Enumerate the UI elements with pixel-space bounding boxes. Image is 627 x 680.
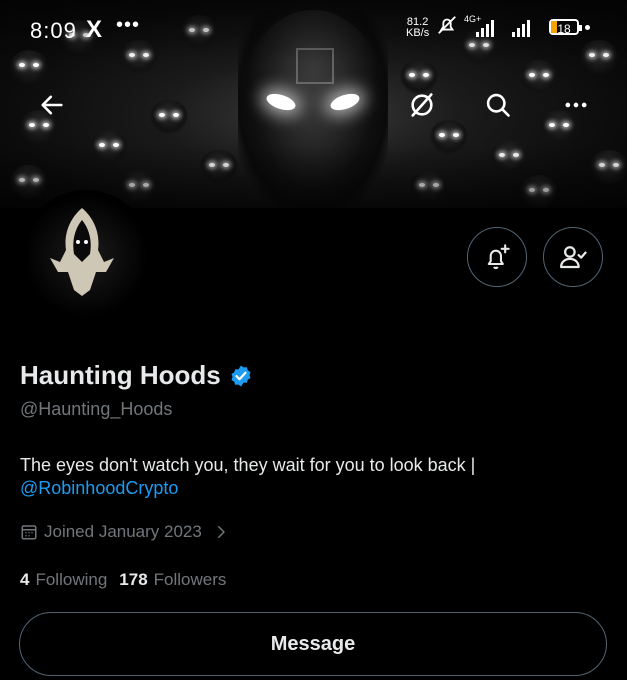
avatar[interactable] xyxy=(20,190,152,322)
bell-plus-icon xyxy=(487,244,510,270)
following-count: 4 xyxy=(20,570,30,589)
verified-badge-icon[interactable] xyxy=(229,364,253,388)
network-speed: 81.2 KB/s xyxy=(406,17,429,39)
battery-icon: 18 xyxy=(549,19,582,36)
bio-text: The eyes don't watch you, they wait for … xyxy=(20,455,476,475)
battery-level: 18 xyxy=(557,22,571,36)
grok-button[interactable] xyxy=(402,85,442,125)
message-button[interactable]: Message xyxy=(19,612,607,676)
status-more-icon: ••• xyxy=(116,14,141,36)
joined-row[interactable]: Joined January 2023 xyxy=(20,522,230,542)
joined-date: Joined January 2023 xyxy=(44,522,202,541)
mute-icon xyxy=(436,14,458,42)
more-button[interactable] xyxy=(556,85,596,125)
calendar-icon xyxy=(21,525,37,540)
following-link[interactable]: 4 Following xyxy=(20,570,107,590)
followers-count: 178 xyxy=(119,570,148,589)
search-button[interactable] xyxy=(478,85,518,125)
person-check-icon xyxy=(560,246,587,269)
status-dot xyxy=(585,25,590,30)
following-label: Following xyxy=(35,570,108,589)
back-button[interactable] xyxy=(32,85,72,125)
display-name: Haunting Hoods xyxy=(20,360,253,391)
followers-label: Followers xyxy=(153,570,227,589)
status-bar: 8:09 X ••• 81.2 KB/s 4G+ 18 xyxy=(0,0,627,56)
handle: @Haunting_Hoods xyxy=(20,399,173,419)
x-app-icon: X xyxy=(86,16,103,43)
display-name-text: Haunting Hoods xyxy=(20,360,221,390)
hooded-figure-logo xyxy=(50,208,114,296)
follow-stats: 4 Following 178 Followers xyxy=(20,570,226,590)
grok-icon xyxy=(411,93,433,117)
bio: The eyes don't watch you, they wait for … xyxy=(20,454,610,500)
signal-icon-2 xyxy=(512,20,530,37)
followers-link[interactable]: 178 Followers xyxy=(119,570,226,590)
following-button[interactable] xyxy=(543,227,603,287)
network-speed-unit: KB/s xyxy=(406,27,430,39)
status-time: 8:09 xyxy=(30,18,77,43)
back-arrow-icon xyxy=(41,95,63,115)
search-icon xyxy=(486,93,510,117)
notify-button[interactable] xyxy=(467,227,527,287)
chevron-right-icon xyxy=(217,526,225,538)
more-icon xyxy=(565,102,587,108)
bio-mention-link[interactable]: @RobinhoodCrypto xyxy=(20,478,178,498)
signal-icon xyxy=(476,20,494,37)
